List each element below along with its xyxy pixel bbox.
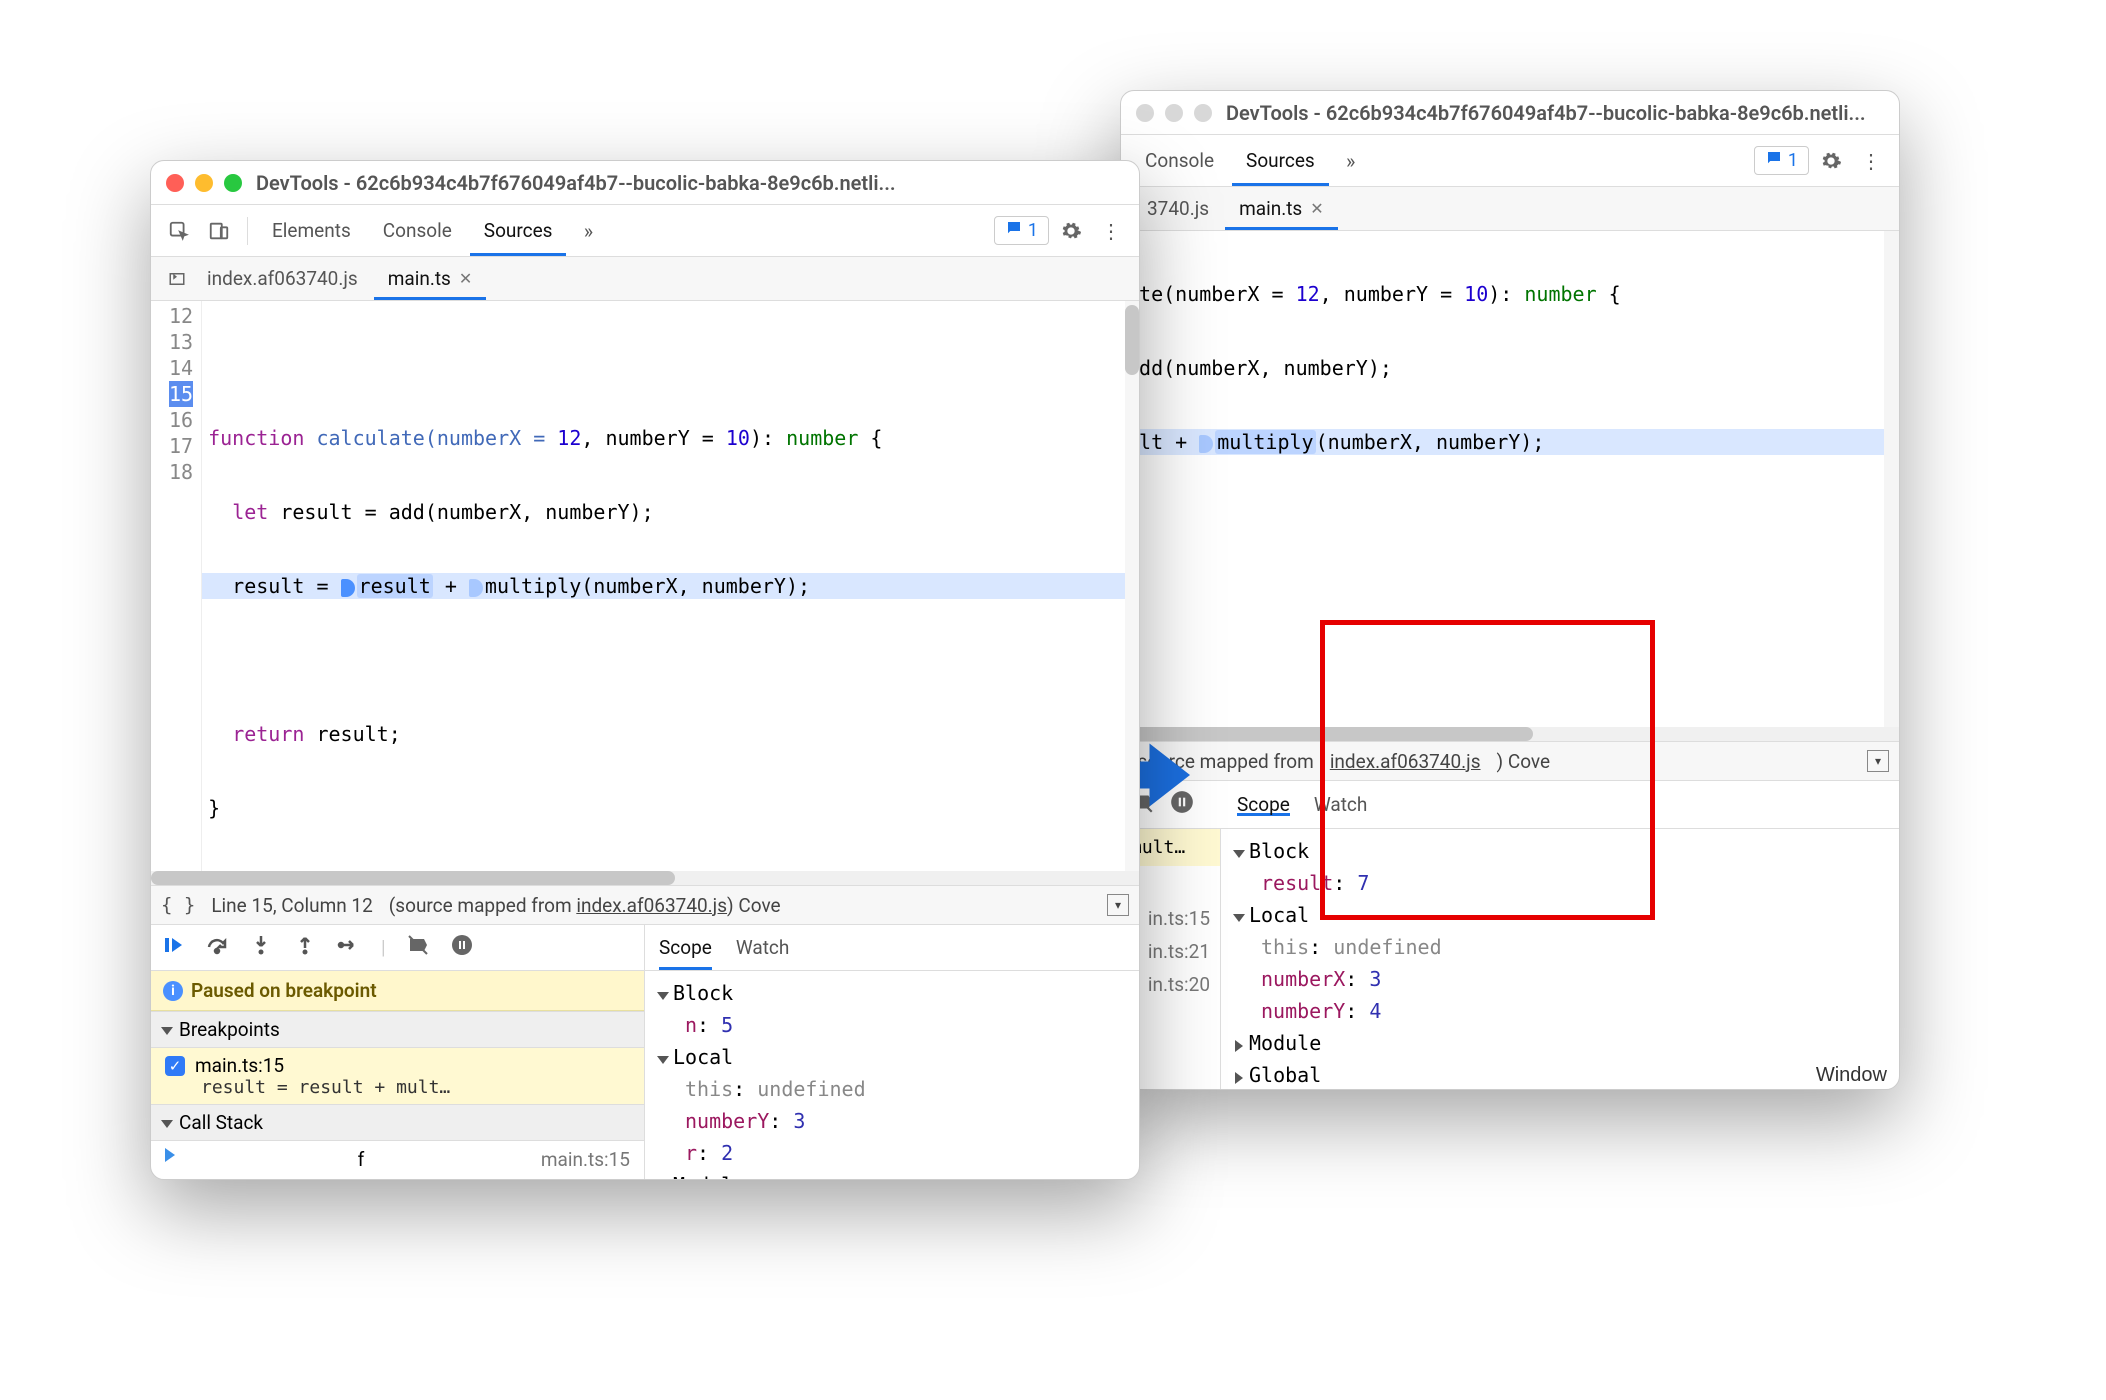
exec-marker-icon — [341, 579, 355, 597]
close-dot[interactable] — [166, 174, 184, 192]
tab-sources[interactable]: Sources — [470, 205, 567, 256]
device-icon[interactable] — [201, 213, 237, 249]
watch-tab[interactable]: Watch — [736, 925, 790, 970]
chat-icon — [1005, 219, 1023, 242]
scope-tab[interactable]: Scope — [659, 925, 712, 970]
issues-badge[interactable]: 1 — [994, 216, 1049, 245]
file-tab-indexjs[interactable]: index.af063740.js — [193, 257, 372, 300]
gear-icon[interactable] — [1053, 213, 1089, 249]
scope-module[interactable]: Module — [1233, 1027, 1887, 1059]
scope-global[interactable]: GlobalWindow — [1233, 1059, 1887, 1090]
callstack-frame[interactable]: fmain.ts:15 — [151, 1141, 644, 1178]
scope-panel: Block result: 7 Local this: undefined nu… — [1221, 829, 1899, 1090]
file-tabs: index.af063740.js main.ts✕ — [151, 257, 1139, 301]
step-marker-icon — [1199, 435, 1213, 453]
callstack-frame[interactable]: (anonymous)main.ts:21 — [151, 1178, 644, 1180]
close-icon[interactable]: ✕ — [1310, 199, 1323, 218]
code-editor[interactable]: 12 13 14 15 16 17 18 function calculate(… — [151, 301, 1139, 871]
coverage-toggle[interactable]: ▾ — [1867, 750, 1889, 772]
file-tab-maints[interactable]: main.ts✕ — [374, 257, 487, 300]
v-scrollbar[interactable] — [1125, 301, 1139, 871]
tab-sources[interactable]: Sources — [1232, 135, 1329, 186]
devtools-window-b: DevTools - 62c6b934c4b7f676049af4b7--buc… — [1120, 90, 1900, 1090]
tab-console[interactable]: Console — [1131, 135, 1228, 186]
titlebar: DevTools - 62c6b934c4b7f676049af4b7--buc… — [151, 161, 1139, 205]
scope-local[interactable]: Local — [657, 1041, 1127, 1073]
traffic-lights — [166, 174, 242, 192]
watch-tab[interactable]: Watch — [1314, 793, 1368, 816]
pretty-print-icon[interactable]: { } — [161, 894, 195, 916]
tab-elements[interactable]: Elements — [258, 205, 365, 256]
window-title: DevTools - 62c6b934c4b7f676049af4b7--buc… — [256, 171, 896, 195]
step-into-icon[interactable] — [249, 933, 273, 962]
scope-panel: Block n: 5 Local this: undefined numberY… — [645, 971, 1139, 1180]
coverage-toggle[interactable]: ▾ — [1107, 894, 1129, 916]
deactivate-bp-icon[interactable] — [406, 933, 430, 962]
traffic-lights — [1136, 104, 1212, 122]
max-dot[interactable] — [1194, 104, 1212, 122]
close-dot[interactable] — [1136, 104, 1154, 122]
callstack-header[interactable]: Call Stack — [151, 1104, 644, 1141]
step-out-icon[interactable] — [293, 933, 317, 962]
sourcemap-link[interactable]: index.af063740.js — [1330, 750, 1481, 773]
tab-console[interactable]: Console — [369, 205, 466, 256]
step-icon[interactable] — [337, 933, 361, 962]
chat-icon — [1765, 149, 1783, 172]
scope-block[interactable]: Block — [1233, 835, 1887, 867]
more-tabs-icon[interactable]: » — [1333, 143, 1369, 179]
scope-block[interactable]: Block — [657, 977, 1127, 1009]
inspect-icon[interactable] — [161, 213, 197, 249]
issues-badge[interactable]: 1 — [1754, 146, 1809, 175]
more-tabs-icon[interactable]: » — [570, 213, 606, 249]
debug-controls: | — [151, 925, 644, 971]
titlebar: DevTools - 62c6b934c4b7f676049af4b7--buc… — [1121, 91, 1899, 135]
breakpoint-item[interactable]: ✓main.ts:15 result = result + mult… — [151, 1048, 644, 1104]
step-marker-icon — [469, 579, 483, 597]
scrollbar[interactable] — [1884, 231, 1899, 727]
h-scrollbar[interactable] — [151, 871, 1139, 885]
sourcemap-link[interactable]: index.af063740.js — [576, 894, 727, 917]
toolbar: Elements Console Sources » 1 ⋮ — [151, 205, 1139, 257]
h-scrollbar[interactable] — [1121, 727, 1899, 741]
file-tab-maints[interactable]: main.ts✕ — [1225, 187, 1338, 230]
min-dot[interactable] — [195, 174, 213, 192]
status-bar: (source mapped from index.af063740.js) C… — [1121, 741, 1899, 781]
paused-banner: i Paused on breakpoint — [151, 971, 644, 1011]
file-tab-indexjs[interactable]: 3740.js — [1133, 187, 1223, 230]
info-icon: i — [163, 981, 183, 1001]
status-bar: { } Line 15, Column 12 (source mapped fr… — [151, 885, 1139, 925]
kebab-icon[interactable]: ⋮ — [1093, 213, 1129, 249]
max-dot[interactable] — [224, 174, 242, 192]
checkbox-icon[interactable]: ✓ — [165, 1056, 185, 1076]
resume-icon[interactable] — [161, 933, 185, 962]
scope-module[interactable]: Module — [657, 1169, 1127, 1180]
step-over-icon[interactable] — [205, 933, 229, 962]
window-title: DevTools - 62c6b934c4b7f676049af4b7--buc… — [1226, 101, 1866, 125]
code-editor[interactable]: ate(numberX = 12, numberY = 10): number … — [1121, 231, 1899, 727]
scope-local[interactable]: Local — [1233, 899, 1887, 931]
gutter: 12 13 14 15 16 17 18 — [151, 301, 202, 871]
min-dot[interactable] — [1165, 104, 1183, 122]
toolbar: Console Sources » 1 ⋮ — [1121, 135, 1899, 187]
navigator-toggle-icon[interactable] — [163, 261, 191, 297]
scope-tab[interactable]: Scope — [1237, 793, 1290, 816]
scope-watch-tabs: Scope Watch — [645, 925, 1139, 971]
kebab-icon[interactable]: ⋮ — [1853, 143, 1889, 179]
gear-icon[interactable] — [1813, 143, 1849, 179]
file-tabs: 3740.js main.ts✕ — [1121, 187, 1899, 231]
breakpoints-header[interactable]: Breakpoints — [151, 1011, 644, 1048]
close-icon[interactable]: ✕ — [459, 269, 472, 288]
devtools-window-a: DevTools - 62c6b934c4b7f676049af4b7--buc… — [150, 160, 1140, 1180]
pause-exceptions-icon[interactable] — [450, 933, 474, 962]
